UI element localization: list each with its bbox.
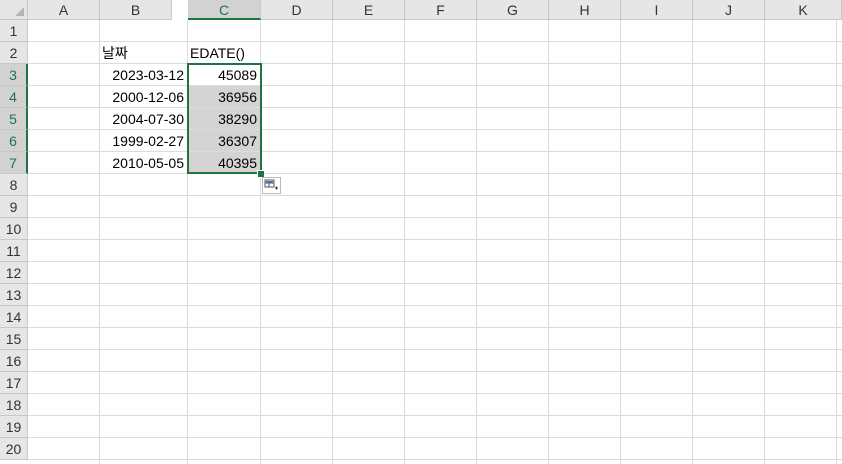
row-header-19[interactable]: 19	[0, 416, 28, 438]
row-header-8[interactable]: 8	[0, 174, 28, 196]
cell-c7[interactable]: 40395	[188, 152, 260, 173]
column-header-a[interactable]: A	[28, 0, 100, 20]
row-header-15[interactable]: 15	[0, 328, 28, 350]
row-header-17[interactable]: 17	[0, 372, 28, 394]
row-header-13[interactable]: 13	[0, 284, 28, 306]
cell-c6[interactable]: 36307	[188, 130, 260, 151]
cell-b3[interactable]: 2023-03-12	[100, 64, 187, 85]
select-all-triangle-icon	[15, 7, 24, 16]
column-header-k[interactable]: K	[765, 0, 842, 20]
column-header-f[interactable]: F	[405, 0, 477, 20]
quick-analysis-icon	[264, 179, 278, 190]
quick-analysis-button[interactable]	[262, 177, 281, 194]
column-header-e[interactable]: E	[333, 0, 405, 20]
row-header-16[interactable]: 16	[0, 350, 28, 372]
row-header-5[interactable]: 5	[0, 108, 28, 130]
row-header-7[interactable]: 7	[0, 152, 28, 174]
cell-c3[interactable]: 45089	[188, 64, 260, 85]
column-header-b[interactable]: B	[100, 0, 172, 20]
column-header-j[interactable]: J	[693, 0, 765, 20]
cell-b2[interactable]: 날짜	[100, 42, 187, 63]
column-header-d[interactable]: D	[261, 0, 333, 20]
cell-b6[interactable]: 1999-02-27	[100, 130, 187, 151]
row-header-20[interactable]: 20	[0, 438, 28, 460]
cell-b5[interactable]: 2004-07-30	[100, 108, 187, 129]
column-header-h[interactable]: H	[549, 0, 621, 20]
row-header-4[interactable]: 4	[0, 86, 28, 108]
spreadsheet: A B C D E F G H I J K 1 2 3 4 5 6 7 8 9 …	[0, 0, 842, 464]
row-header-11[interactable]: 11	[0, 240, 28, 262]
select-all-button[interactable]	[0, 0, 28, 20]
cell-grid[interactable]: 날짜 EDATE() 2023-03-12 45089 2000-12-06 3…	[28, 20, 842, 464]
row-header-12[interactable]: 12	[0, 262, 28, 284]
cell-b7[interactable]: 2010-05-05	[100, 152, 187, 173]
row-header-10[interactable]: 10	[0, 218, 28, 240]
cell-c5[interactable]: 38290	[188, 108, 260, 129]
row-header-14[interactable]: 14	[0, 306, 28, 328]
column-header-g[interactable]: G	[477, 0, 549, 20]
cell-c2[interactable]: EDATE()	[188, 42, 260, 63]
row-header-6[interactable]: 6	[0, 130, 28, 152]
cell-b4[interactable]: 2000-12-06	[100, 86, 187, 107]
column-header-i[interactable]: I	[621, 0, 693, 20]
row-header-9[interactable]: 9	[0, 196, 28, 218]
row-header-3[interactable]: 3	[0, 64, 28, 86]
column-header-c[interactable]: C	[188, 0, 261, 20]
row-header-18[interactable]: 18	[0, 394, 28, 416]
row-header-1[interactable]: 1	[0, 20, 28, 42]
cell-c4[interactable]: 36956	[188, 86, 260, 107]
row-header-2[interactable]: 2	[0, 42, 28, 64]
